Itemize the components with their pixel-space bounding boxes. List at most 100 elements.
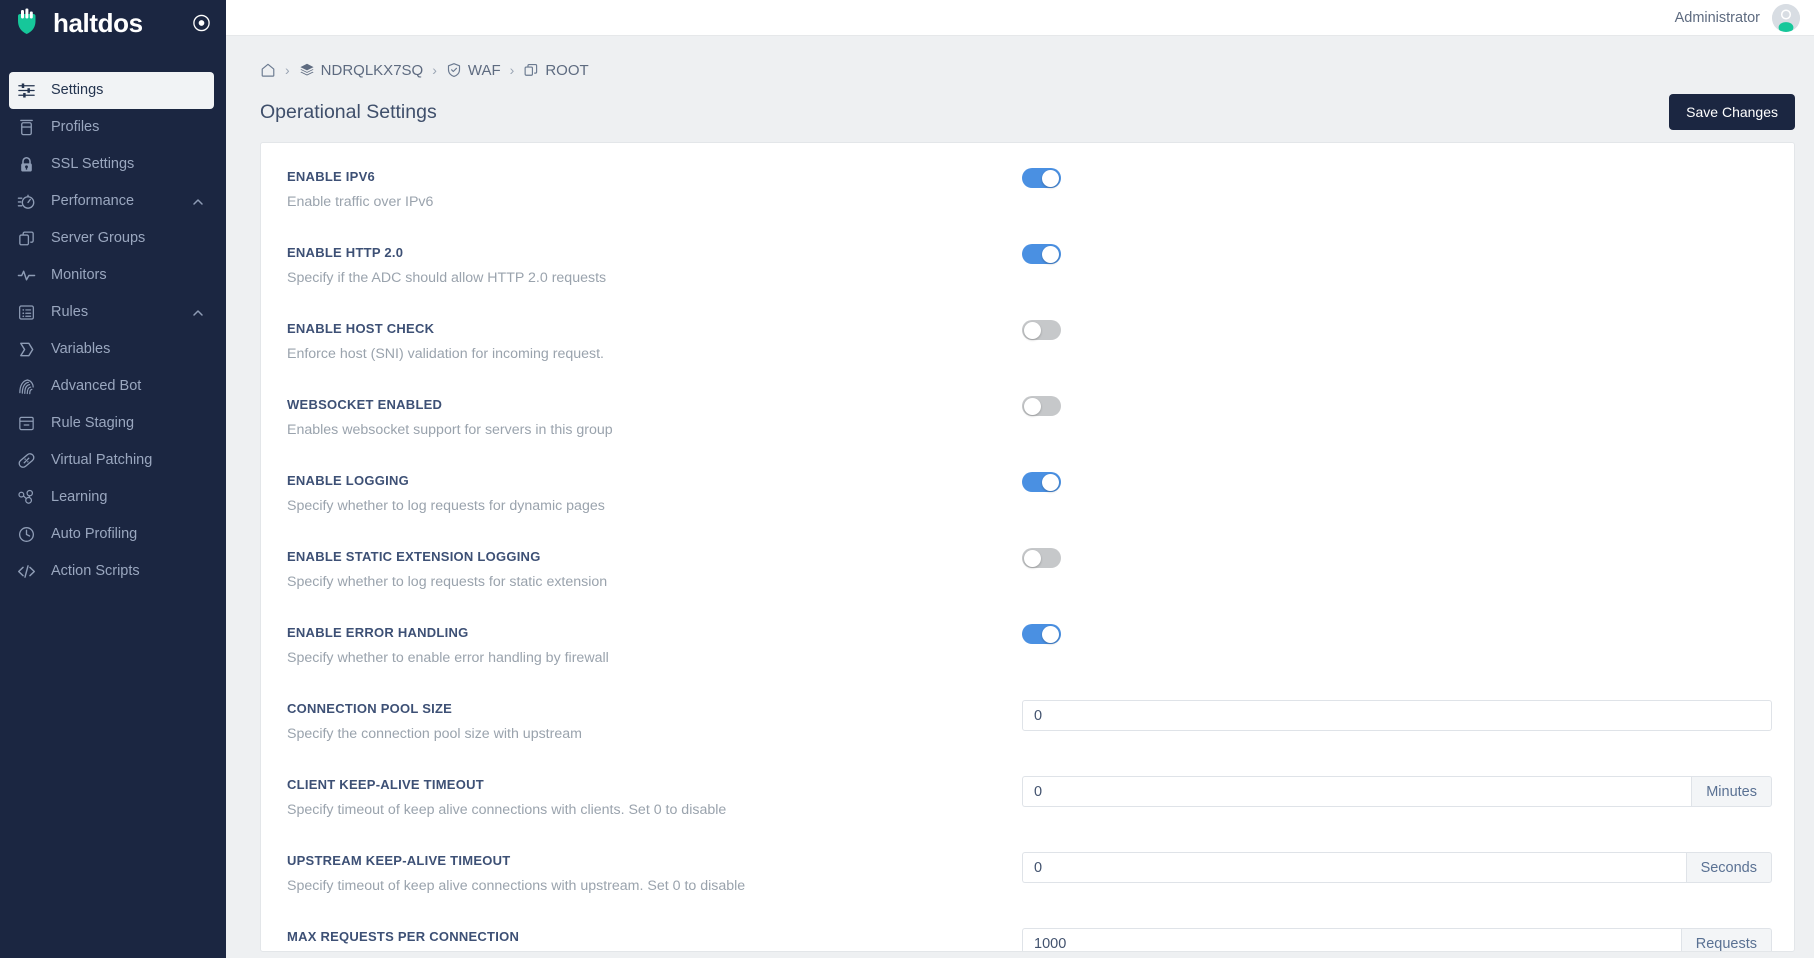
- fingerprint-icon: [16, 377, 36, 397]
- setting-row-enable-error-handling: ENABLE ERROR HANDLING Specify whether to…: [261, 607, 1794, 683]
- sidebar-item-virtual-patching[interactable]: Virtual Patching: [0, 442, 226, 479]
- page-header: Operational Settings Save Changes: [226, 82, 1814, 134]
- sidebar-item-label: Rules: [51, 304, 89, 321]
- setting-text: MAX REQUESTS PER CONNECTION Specify max …: [287, 923, 1022, 951]
- setting-description: Specify whether to log requests for dyna…: [287, 498, 605, 514]
- toggle-enable-error-handling[interactable]: [1022, 624, 1061, 644]
- breadcrumb-item-root[interactable]: ROOT: [523, 62, 589, 79]
- user-avatar-icon[interactable]: [1772, 3, 1800, 32]
- input-max-requests-per-connection[interactable]: [1022, 928, 1681, 951]
- unit-addon-seconds: Seconds: [1685, 852, 1772, 883]
- breadcrumb: › NDRQLKX7SQ › WAF › ROOT: [226, 36, 1814, 82]
- field-connection-pool-size: [1022, 700, 1772, 731]
- setting-label: WEBSOCKET ENABLED: [287, 397, 443, 412]
- sidebar-item-action-scripts[interactable]: Action Scripts: [0, 553, 226, 590]
- toggle-enable-static-extension-logging[interactable]: [1022, 548, 1061, 568]
- sidebar-item-rules[interactable]: Rules: [0, 294, 226, 331]
- setting-control: [1022, 163, 1794, 188]
- setting-row-websocket-enabled: WEBSOCKET ENABLED Enables websocket supp…: [261, 379, 1794, 455]
- sidebar-item-label: Settings: [51, 82, 104, 99]
- setting-control: [1022, 467, 1794, 492]
- setting-text: ENABLE ERROR HANDLING Specify whether to…: [287, 619, 1022, 667]
- sidebar-nav: Settings Profiles SSL Settings Performan…: [0, 72, 226, 590]
- toggle-enable-logging[interactable]: [1022, 472, 1061, 492]
- toggle-enable-host-check[interactable]: [1022, 320, 1061, 340]
- code-icon: [16, 562, 36, 582]
- breadcrumb-label: NDRQLKX7SQ: [320, 61, 424, 79]
- setting-description: Enable traffic over IPv6: [287, 194, 434, 210]
- sidebar-item-ssl-settings[interactable]: SSL Settings: [0, 146, 226, 183]
- breadcrumb-home[interactable]: [260, 62, 276, 78]
- sidebar-item-monitors[interactable]: Monitors: [0, 257, 226, 294]
- field-max-requests-per-connection: Requests: [1022, 928, 1772, 951]
- setting-control: [1022, 391, 1794, 416]
- toggle-knob: [1042, 169, 1059, 187]
- sidebar-item-auto-profiling[interactable]: Auto Profiling: [0, 516, 226, 553]
- setting-text: ENABLE HOST CHECK Enforce host (SNI) val…: [287, 315, 1022, 363]
- toggle-knob: [1042, 473, 1059, 491]
- input-client-keep-alive-timeout[interactable]: [1022, 776, 1692, 807]
- setting-row-connection-pool-size: CONNECTION POOL SIZE Specify the connect…: [261, 683, 1794, 759]
- setting-description: Specify whether to enable error handling…: [287, 650, 609, 666]
- clock-icon: [16, 525, 36, 545]
- sidebar-item-settings[interactable]: Settings: [9, 72, 214, 109]
- setting-label: ENABLE ERROR HANDLING: [287, 625, 469, 640]
- sidebar-item-profiles[interactable]: Profiles: [0, 109, 226, 146]
- lock-icon: [16, 155, 36, 175]
- setting-label: ENABLE HTTP 2.0: [287, 245, 404, 260]
- toggle-websocket-enabled[interactable]: [1022, 396, 1061, 416]
- gauge-icon: [16, 192, 36, 212]
- sidebar-item-rule-staging[interactable]: Rule Staging: [0, 405, 226, 442]
- breadcrumb-separator: ›: [509, 62, 515, 78]
- toggle-knob: [1024, 397, 1041, 415]
- sidebar-item-variables[interactable]: Variables: [0, 331, 226, 368]
- setting-row-enable-http2: ENABLE HTTP 2.0 Specify if the ADC shoul…: [261, 227, 1794, 303]
- chevron-up-icon[interactable]: [192, 196, 204, 208]
- sidebar-item-label: SSL Settings: [51, 156, 135, 173]
- input-connection-pool-size[interactable]: [1022, 700, 1772, 731]
- save-changes-button[interactable]: Save Changes: [1669, 94, 1795, 130]
- setting-label: ENABLE IPV6: [287, 169, 375, 184]
- setting-description: Enables websocket support for servers in…: [287, 422, 613, 438]
- list-box-icon: [16, 303, 36, 323]
- sidebar-item-label: Rule Staging: [51, 415, 135, 432]
- setting-text: WEBSOCKET ENABLED Enables websocket supp…: [287, 391, 1022, 439]
- sidebar-item-label: Action Scripts: [51, 563, 140, 580]
- shield-check-icon: [446, 62, 462, 78]
- breadcrumb-item-cluster[interactable]: NDRQLKX7SQ: [299, 61, 424, 79]
- sidebar-item-performance[interactable]: Performance: [0, 183, 226, 220]
- bandage-icon: [16, 451, 36, 471]
- setting-label: CONNECTION POOL SIZE: [287, 701, 453, 716]
- setting-text: ENABLE STATIC EXTENSION LOGGING Specify …: [287, 543, 1022, 591]
- setting-text: CLIENT KEEP-ALIVE TIMEOUT Specify timeou…: [287, 771, 1022, 819]
- setting-row-client-keep-alive-timeout: CLIENT KEEP-ALIVE TIMEOUT Specify timeou…: [261, 759, 1794, 835]
- setting-description: Specify whether to log requests for stat…: [287, 574, 608, 590]
- setting-label: ENABLE STATIC EXTENSION LOGGING: [287, 549, 541, 564]
- sidebar-item-advanced-bot[interactable]: Advanced Bot: [0, 368, 226, 405]
- toggle-knob: [1024, 321, 1041, 339]
- toggle-knob: [1024, 549, 1041, 567]
- toggle-enable-ipv6[interactable]: [1022, 168, 1061, 188]
- setting-control: [1022, 695, 1794, 731]
- sidebar-item-label: Advanced Bot: [51, 378, 142, 395]
- setting-row-enable-logging: ENABLE LOGGING Specify whether to log re…: [261, 455, 1794, 531]
- setting-label: UPSTREAM KEEP-ALIVE TIMEOUT: [287, 853, 511, 868]
- setting-description: Specify if the ADC should allow HTTP 2.0…: [287, 270, 607, 286]
- setting-text: ENABLE IPV6 Enable traffic over IPv6: [287, 163, 1022, 211]
- breadcrumb-item-waf[interactable]: WAF: [446, 62, 501, 79]
- sidebar-item-server-groups[interactable]: Server Groups: [0, 220, 226, 257]
- toggle-enable-http2[interactable]: [1022, 244, 1061, 264]
- activity-icon: [16, 266, 36, 286]
- chevron-up-icon[interactable]: [192, 307, 204, 319]
- brand-name: haltdos: [53, 8, 143, 38]
- setting-control: [1022, 315, 1794, 340]
- archive-icon: [16, 414, 36, 434]
- sidebar-item-learning[interactable]: Learning: [0, 479, 226, 516]
- target-icon[interactable]: [192, 14, 211, 33]
- input-upstream-keep-alive-timeout[interactable]: [1022, 852, 1686, 883]
- setting-row-upstream-keep-alive-timeout: UPSTREAM KEEP-ALIVE TIMEOUT Specify time…: [261, 835, 1794, 911]
- brand: haltdos: [0, 0, 226, 46]
- setting-description: Specify the connection pool size with up…: [287, 726, 582, 742]
- setting-text: UPSTREAM KEEP-ALIVE TIMEOUT Specify time…: [287, 847, 1022, 895]
- setting-control: [1022, 543, 1794, 568]
